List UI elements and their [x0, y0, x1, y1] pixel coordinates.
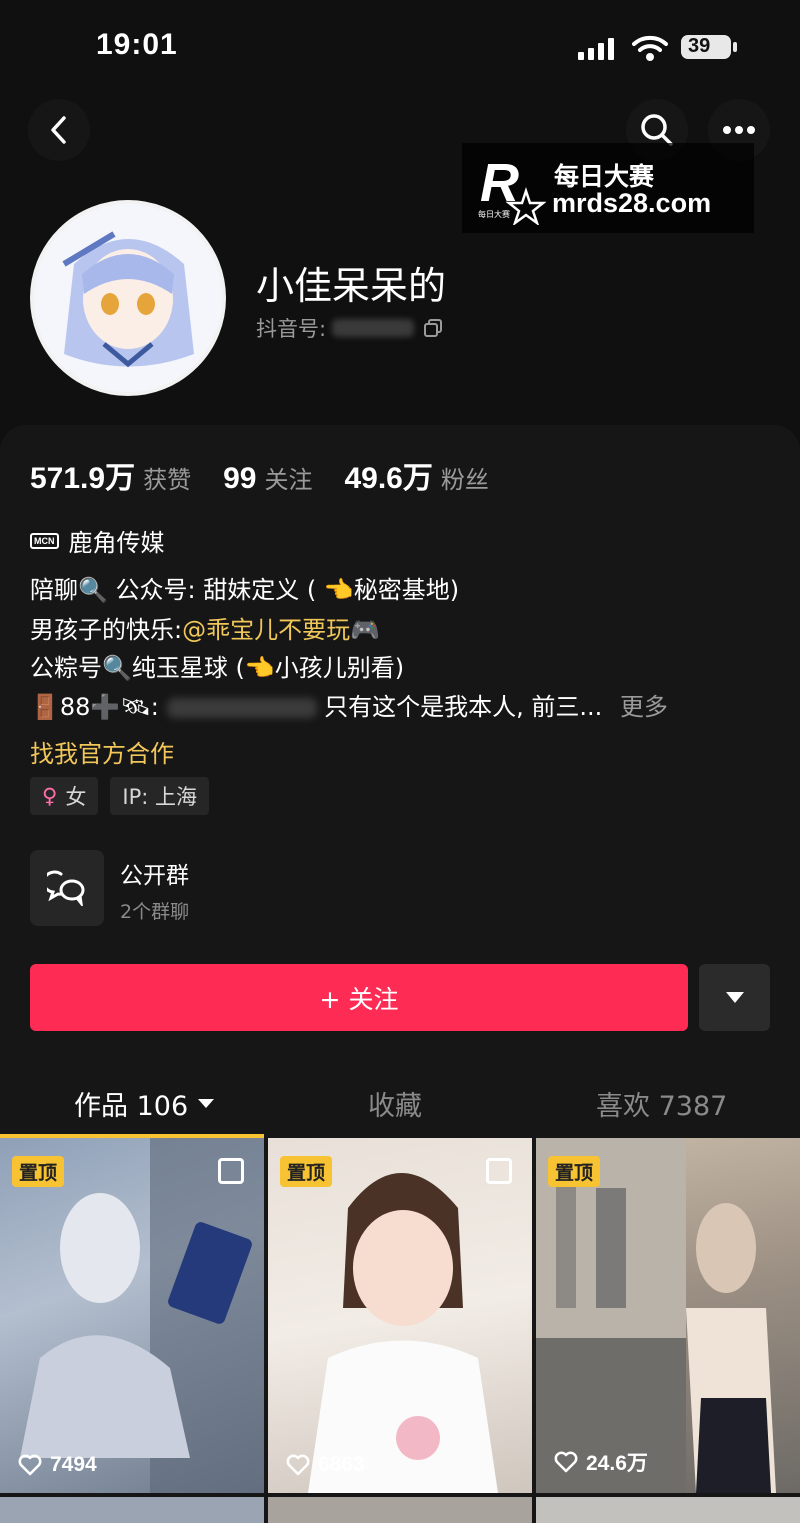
mcn-row[interactable]: MCN 鹿角传媒 — [30, 523, 165, 558]
heart-icon — [286, 1454, 310, 1476]
post-tile[interactable]: 置顶 7494 — [0, 1138, 264, 1493]
post-thumbnail — [308, 1173, 498, 1493]
battery-level: 39 — [688, 35, 711, 57]
tab-likes[interactable]: 喜欢 7387 — [596, 1084, 727, 1123]
tags-row: ♀ 女 IP: 上海 — [30, 777, 221, 815]
douyin-id-blurred — [332, 319, 415, 337]
bio-line-2: 男孩子的快乐:@乖宝儿不要玩🎮 — [30, 615, 770, 645]
battery-icon: 39 — [680, 34, 738, 60]
chevron-left-icon — [51, 116, 66, 144]
search-icon — [641, 114, 673, 146]
stat-likes[interactable]: 571.9万 获赞 — [30, 453, 191, 497]
bio-line-4-prefix: 🚪88➕🛰: — [30, 693, 159, 721]
signal-icon — [578, 38, 614, 60]
post-tile-partial[interactable] — [0, 1497, 264, 1523]
mcn-name: 鹿角传媒 — [68, 529, 165, 557]
mcn-badge-icon: MCN — [30, 532, 59, 549]
stat-followers[interactable]: 49.6万 粉丝 — [344, 453, 488, 497]
tag-ip: IP: 上海 — [110, 777, 209, 815]
heart-icon — [554, 1451, 578, 1473]
group-subtitle: 2个群聊 — [120, 901, 190, 923]
post-tile[interactable]: 置顶 6863 — [268, 1138, 532, 1493]
douyin-id-row[interactable]: 抖音号: — [256, 313, 443, 343]
public-group-row[interactable]: 公开群 2个群聊 — [30, 850, 770, 928]
post-tile-partial[interactable] — [268, 1497, 532, 1523]
back-button[interactable] — [28, 99, 90, 161]
wifi-icon — [632, 35, 668, 61]
avatar-illustration — [34, 204, 222, 392]
post-likes-count: 24.6万 — [586, 1452, 648, 1475]
tab-works[interactable]: 作品 106 — [74, 1084, 215, 1123]
nickname: 小佳呆呆的 — [256, 264, 447, 308]
watermark-overlay: R 每日大赛 每日大赛 mrds28.com — [462, 143, 754, 233]
bio-mention-link[interactable]: @乖宝儿不要玩 — [182, 616, 350, 644]
group-title: 公开群 — [120, 863, 189, 889]
stats-row: 571.9万 获赞 99 关注 49.6万 粉丝 — [30, 453, 521, 497]
bio-line-1: 陪聊🔍 公众号: 甜妹定义 ( 👈秘密基地) — [30, 576, 460, 604]
bio-more-link[interactable]: 更多 — [620, 693, 668, 721]
tag-ip-label: IP: 上海 — [122, 785, 197, 809]
stat-label: 获赞 — [143, 466, 192, 494]
multi-image-icon — [486, 1158, 512, 1184]
stat-following[interactable]: 99 关注 — [223, 460, 312, 496]
bio-line-3: 公粽号🔍纯玉星球 (👈小孩儿别看) — [30, 654, 405, 682]
post-grid: 置顶 7494 置顶 6863 置顶 24.6万 — [0, 1138, 800, 1523]
profile-tabs: 作品 106 收藏 喜欢 7387 — [0, 1070, 800, 1138]
pinned-badge: 置顶 — [280, 1156, 333, 1187]
svg-text:每日大赛: 每日大赛 — [478, 209, 510, 219]
stat-value: 49.6万 — [344, 462, 433, 495]
bio-line-4: 🚪88➕🛰: 只有这个是我本人, 前三... 更多 — [30, 692, 770, 722]
douyin-id-label: 抖音号: — [256, 317, 327, 341]
group-chat-icon-box — [30, 850, 104, 926]
more-dots-icon — [723, 126, 755, 134]
tab-works-label: 作品 106 — [74, 1091, 189, 1122]
post-likes-count: 6863 — [318, 1453, 365, 1476]
post-thumbnail — [536, 1138, 776, 1493]
status-bar: 19:01 39 — [0, 0, 800, 95]
multi-image-icon — [218, 1158, 244, 1184]
pinned-badge: 置顶 — [548, 1156, 601, 1187]
blurred-contact — [166, 698, 317, 718]
official-cooperation-link[interactable]: 找我官方合作 — [30, 734, 174, 769]
bio-line-4-suffix: 只有这个是我本人, 前三... — [324, 693, 603, 721]
post-likes: 7494 — [18, 1453, 97, 1477]
post-likes-count: 7494 — [50, 1453, 97, 1476]
post-thumbnail — [20, 1138, 264, 1493]
watermark-logo: R 每日大赛 — [478, 153, 546, 225]
stat-label: 关注 — [264, 466, 313, 494]
caret-down-icon — [198, 1098, 215, 1108]
follow-dropdown-button[interactable] — [699, 964, 770, 1031]
post-likes: 6863 — [286, 1453, 365, 1477]
post-tile-partial[interactable] — [536, 1497, 800, 1523]
follow-button[interactable]: + 关注 — [30, 964, 688, 1031]
heart-icon — [18, 1454, 42, 1476]
stat-value: 99 — [223, 462, 257, 495]
female-icon: ♀ — [42, 784, 58, 808]
tag-gender: ♀ 女 — [30, 777, 99, 815]
watermark-url: mrds28.com — [552, 188, 712, 218]
post-likes: 24.6万 — [554, 1447, 648, 1477]
copy-icon[interactable] — [424, 319, 443, 337]
pinned-badge: 置顶 — [12, 1156, 65, 1187]
tag-gender-label: 女 — [65, 785, 87, 809]
post-tile[interactable]: 置顶 24.6万 — [536, 1138, 800, 1493]
status-time: 19:01 — [96, 28, 178, 61]
group-chat-icon — [47, 870, 85, 906]
gamepad-icon: 🎮 — [350, 616, 380, 644]
bio-line-2-prefix: 男孩子的快乐: — [30, 616, 183, 644]
caret-down-icon — [725, 991, 744, 1003]
stat-value: 571.9万 — [30, 462, 136, 495]
tab-favorites[interactable]: 收藏 — [368, 1084, 422, 1123]
stat-label: 粉丝 — [440, 466, 489, 494]
avatar[interactable] — [30, 200, 226, 396]
